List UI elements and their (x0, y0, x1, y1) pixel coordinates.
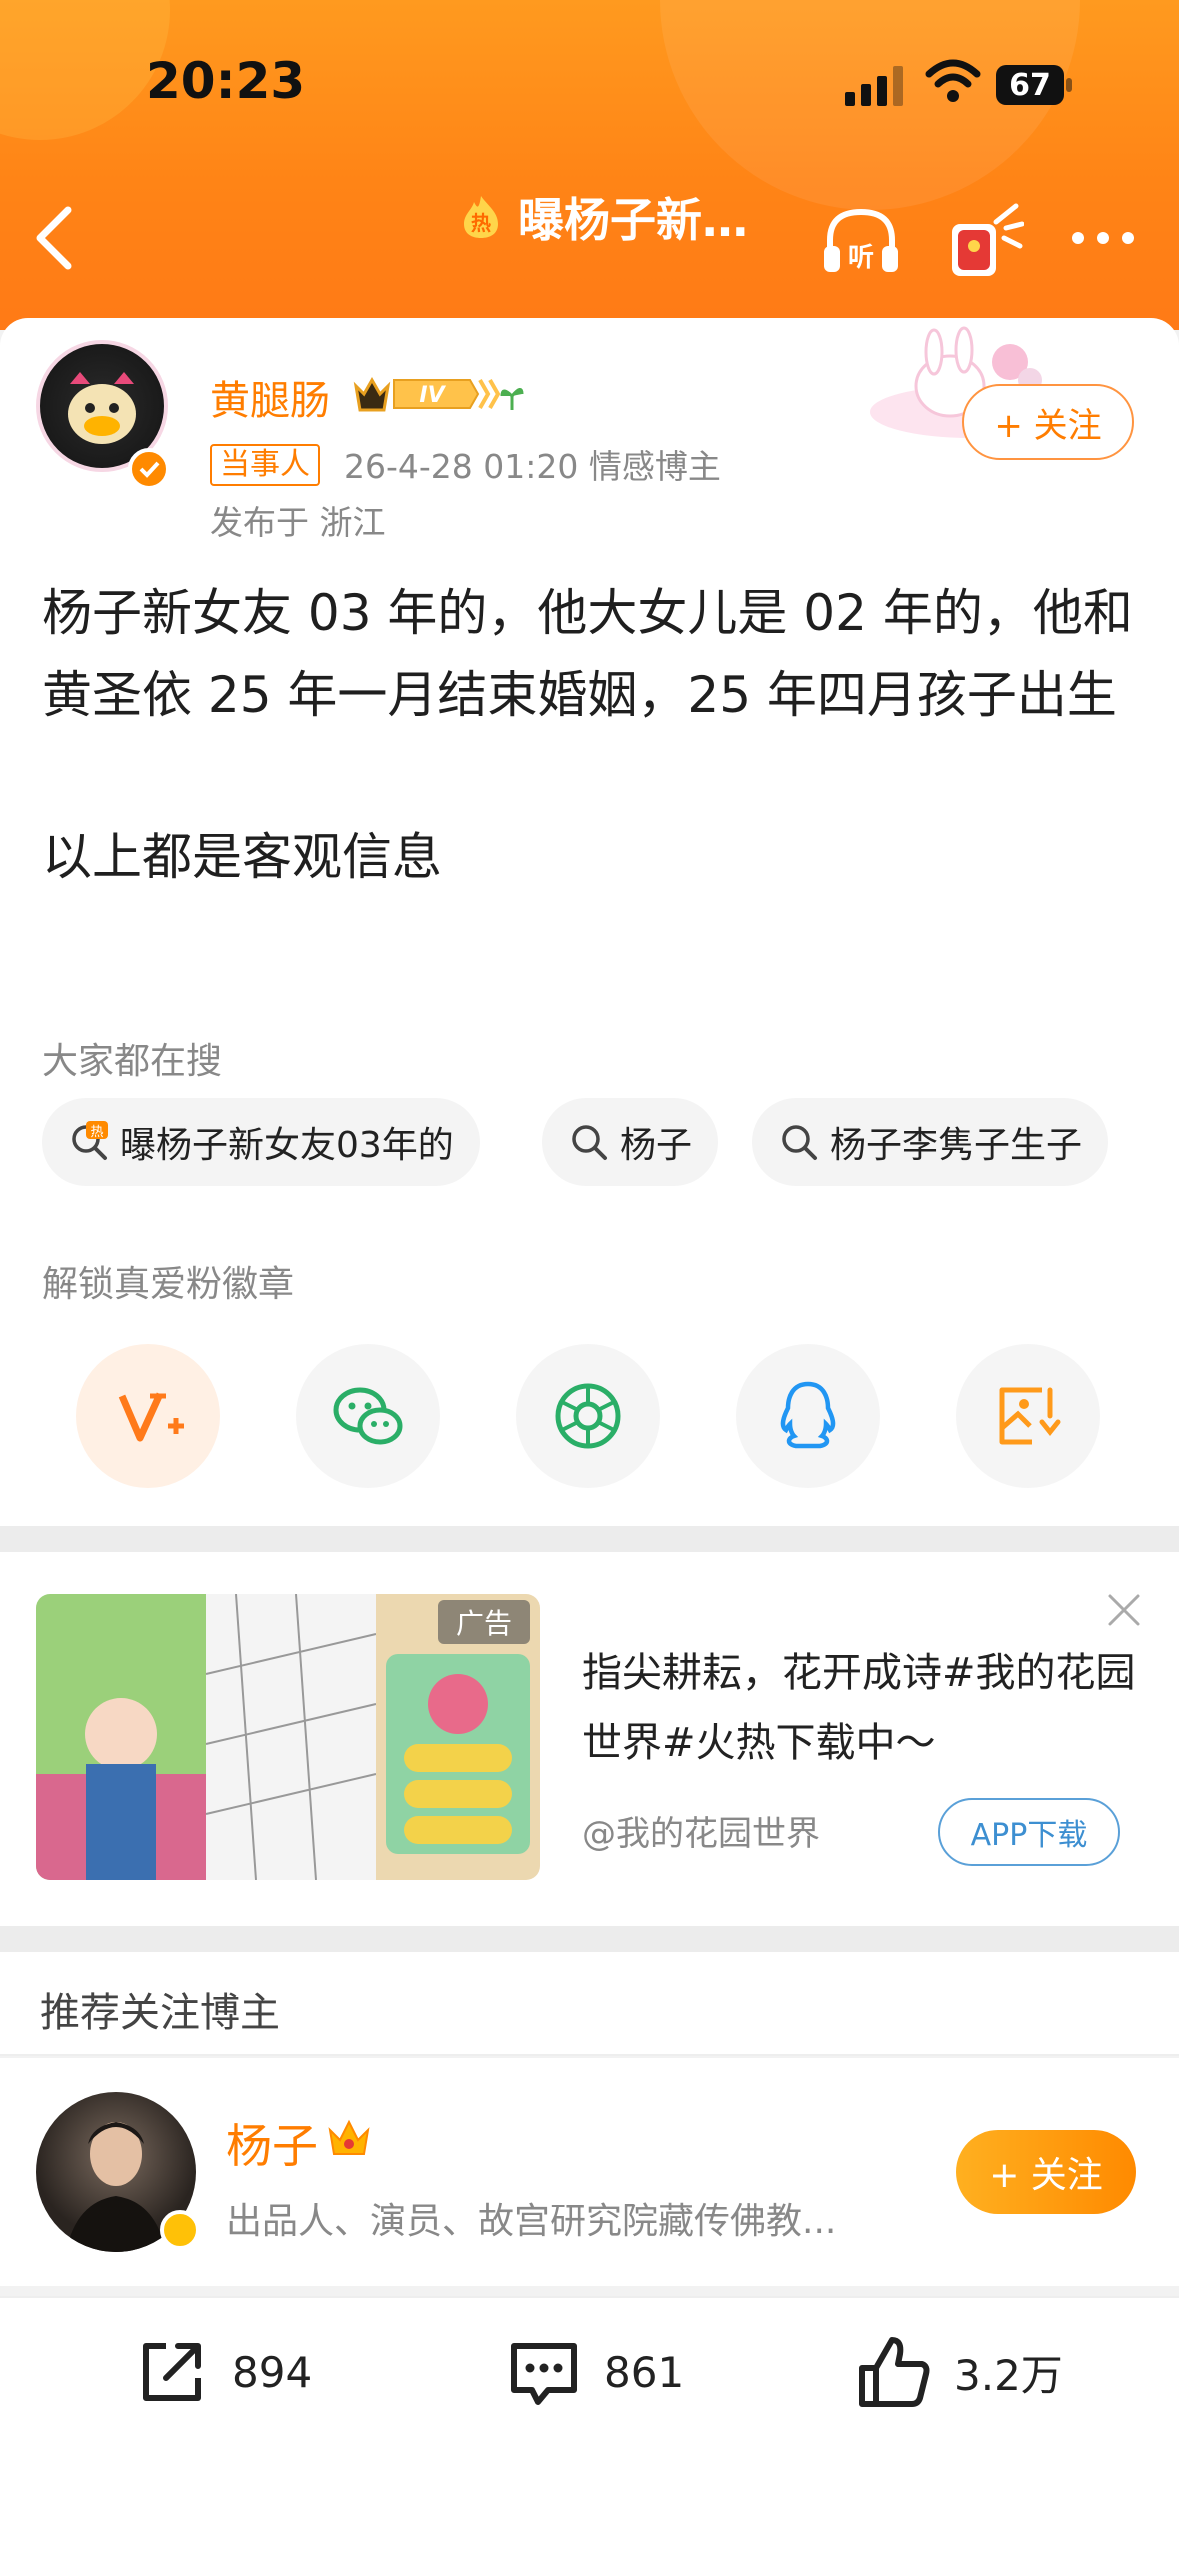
share-wechat-button[interactable] (296, 1344, 440, 1488)
listen-icon[interactable]: 听 (820, 206, 902, 276)
comment-count: 861 (604, 2347, 685, 2397)
comment-icon (511, 2343, 577, 2405)
more-options-icon[interactable] (1068, 226, 1138, 250)
recommended-follow-button[interactable]: + 关注 (956, 2130, 1136, 2214)
search-chip-label: 杨子李隽子生子 (830, 1125, 1083, 1166)
hot-search-icon: 热 (72, 1121, 108, 1160)
battery-level: 67 (1009, 67, 1051, 103)
app-download-button[interactable]: APP下载 (938, 1798, 1120, 1866)
post-content: 杨子新女友 03 年的，他大女儿是 02 年的，他和黄圣依 25 年一月结束婚姻… (42, 572, 1142, 898)
page-title: 热 曝杨子新… (458, 185, 748, 249)
recommend-title: 推荐关注博主 (40, 1990, 280, 2036)
trending-search-label: 大家都在搜 (42, 1041, 223, 1082)
battery-indicator: 67 (995, 64, 1075, 106)
qq-icon (780, 1381, 836, 1449)
back-button[interactable] (28, 200, 84, 276)
share-action[interactable]: 894 (132, 2330, 312, 2414)
thumbs-up-icon (859, 2337, 930, 2407)
verified-badge-icon (128, 448, 170, 490)
top-header (0, 0, 1179, 330)
post-paragraph: 以上都是客观信息 (42, 828, 442, 886)
post-meta: 26-4-28 01:20 情感博主 (344, 447, 721, 486)
comment-action[interactable]: 861 (504, 2330, 684, 2414)
search-icon (572, 1125, 607, 1160)
verified-badge-icon (160, 2210, 200, 2250)
wifi-icon (925, 59, 981, 102)
weibo-fan-icon (118, 1392, 184, 1442)
status-time: 20:23 (146, 52, 306, 110)
search-chip[interactable]: 杨子 (542, 1098, 719, 1186)
moments-icon (555, 1383, 621, 1449)
search-icon (782, 1125, 817, 1160)
page-title-text: 曝杨子新… (518, 193, 748, 247)
search-chip[interactable]: 热 曝杨子新女友03年的 (42, 1098, 480, 1186)
svg-text:听: 听 (848, 243, 874, 273)
share-qq-button[interactable] (736, 1344, 880, 1488)
svg-text:热: 热 (471, 211, 491, 235)
ad-text[interactable]: 指尖耕耘，花开成诗#我的花园世界#火热下载中～ (582, 1638, 1142, 1778)
save-image-icon (999, 1387, 1061, 1445)
ad-source[interactable]: @我的花园世界 (582, 1806, 820, 1855)
recommended-user-name[interactable]: 杨子 (226, 2110, 318, 2176)
divider (0, 1526, 1179, 1552)
header-decoration-2 (0, 0, 170, 140)
save-image-button[interactable] (956, 1344, 1100, 1488)
share-count: 894 (232, 2347, 313, 2397)
unlock-badge-label: 解锁真爱粉徽章 (42, 1264, 295, 1305)
crown-icon (328, 2119, 370, 2155)
level-badge-icon: IV (353, 376, 524, 412)
cellular-signal-icon (845, 66, 903, 106)
post-paragraph: 杨子新女友 03 年的，他大女儿是 02 年的，他和黄圣依 25 年一月结束婚姻… (42, 584, 1133, 724)
author-name[interactable]: 黄腿肠 (210, 368, 330, 426)
red-packet-icon[interactable] (944, 200, 1024, 280)
level-text: IV (419, 383, 446, 408)
role-tag: 当事人 (210, 444, 320, 486)
divider (0, 1926, 1179, 1952)
post-location: 发布于 浙江 (210, 503, 386, 542)
like-action[interactable]: 3.2万 (854, 2330, 1063, 2414)
share-weibo-fan-button[interactable] (76, 1344, 220, 1488)
follow-button[interactable]: + 关注 (962, 384, 1134, 460)
svg-text:热: 热 (90, 1125, 103, 1140)
share-icon (143, 2343, 201, 2401)
recommended-user-desc: 出品人、演员、故宫研究院藏传佛教... (226, 2201, 837, 2242)
search-chip-label: 杨子 (620, 1125, 693, 1166)
search-chip-label: 曝杨子新女友03年的 (120, 1125, 454, 1166)
ad-tag: 广告 (438, 1600, 530, 1644)
wechat-icon (333, 1387, 403, 1445)
hot-topic-icon: 热 (464, 196, 498, 238)
search-chip[interactable]: 杨子李隽子生子 (752, 1098, 1109, 1186)
close-icon[interactable] (1104, 1590, 1144, 1630)
share-moments-button[interactable] (516, 1344, 660, 1488)
like-count: 3.2万 (954, 2350, 1063, 2400)
